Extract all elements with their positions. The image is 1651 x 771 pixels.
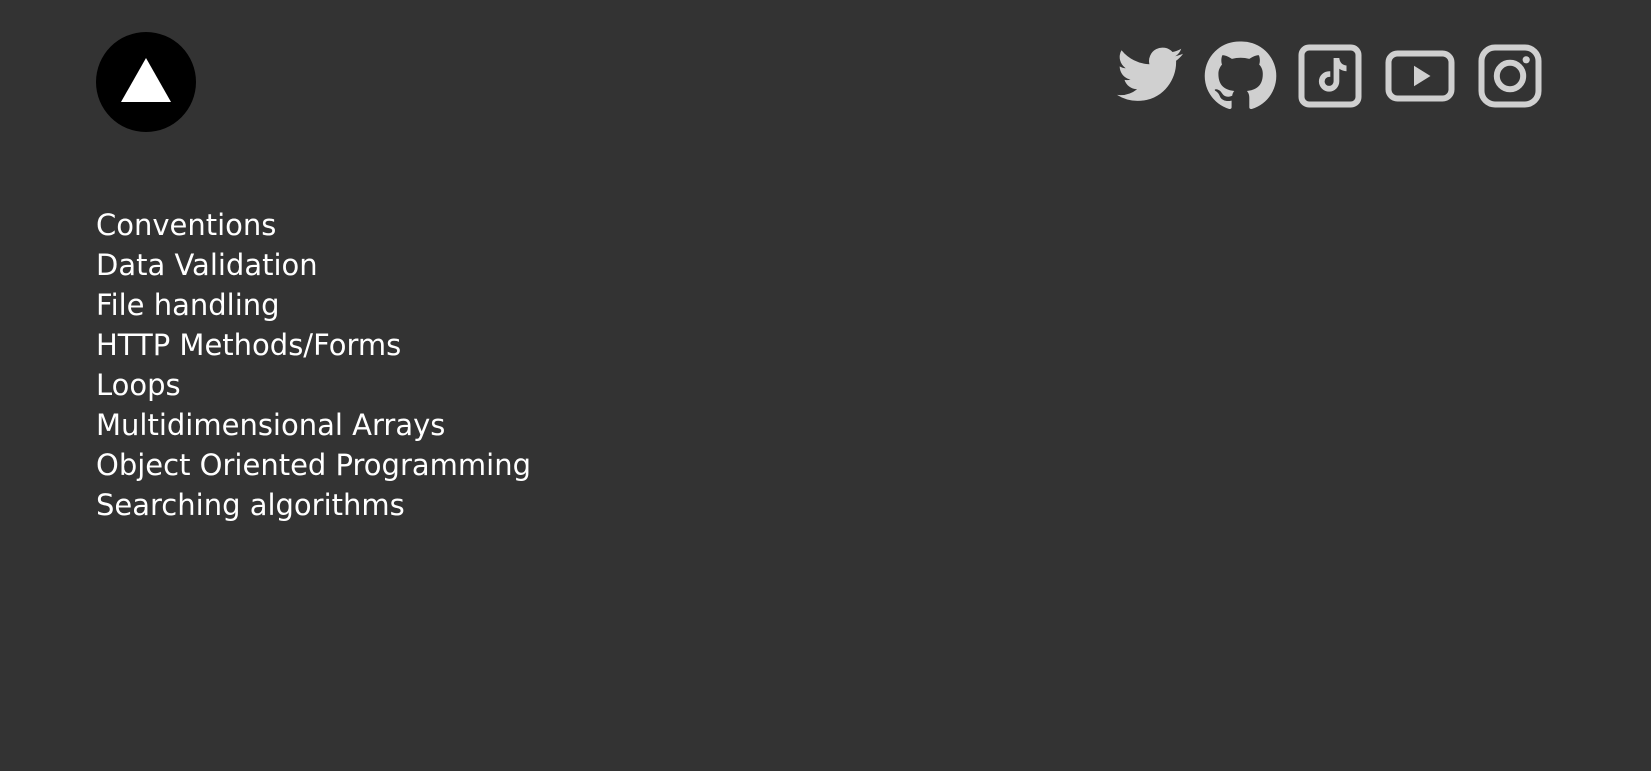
link-data-validation[interactable]: Data Validation: [96, 248, 318, 282]
social-links: [1112, 40, 1548, 112]
twitter-icon: [1117, 47, 1183, 101]
list-item: Loops: [96, 365, 531, 405]
link-object-oriented-programming[interactable]: Object Oriented Programming: [96, 448, 531, 482]
list-item: Searching algorithms: [96, 485, 531, 525]
link-searching-algorithms[interactable]: Searching algorithms: [96, 488, 405, 522]
link-http-methods-forms[interactable]: HTTP Methods/Forms: [96, 328, 401, 362]
list-item: Data Validation: [96, 245, 531, 285]
instagram-link[interactable]: [1472, 40, 1548, 112]
instagram-icon: [1478, 44, 1542, 108]
topic-links: Conventions Data Validation File handlin…: [96, 205, 531, 525]
list-item: Conventions: [96, 205, 531, 245]
list-item: Multidimensional Arrays: [96, 405, 531, 445]
tiktok-icon: [1298, 44, 1362, 108]
page: Conventions Data Validation File handlin…: [0, 0, 1651, 771]
twitter-link[interactable]: [1112, 40, 1188, 112]
triangle-up-icon: [121, 58, 171, 102]
github-link[interactable]: [1202, 40, 1278, 112]
github-icon: [1204, 41, 1277, 110]
link-loops[interactable]: Loops: [96, 368, 181, 402]
list-item: HTTP Methods/Forms: [96, 325, 531, 365]
list-item: Object Oriented Programming: [96, 445, 531, 485]
tiktok-link[interactable]: [1292, 40, 1368, 112]
link-conventions[interactable]: Conventions: [96, 208, 276, 242]
youtube-icon: [1385, 50, 1455, 102]
home-logo-button[interactable]: [96, 32, 196, 132]
link-multidimensional-arrays[interactable]: Multidimensional Arrays: [96, 408, 445, 442]
list-item: File handling: [96, 285, 531, 325]
link-file-handling[interactable]: File handling: [96, 288, 280, 322]
youtube-link[interactable]: [1382, 40, 1458, 112]
